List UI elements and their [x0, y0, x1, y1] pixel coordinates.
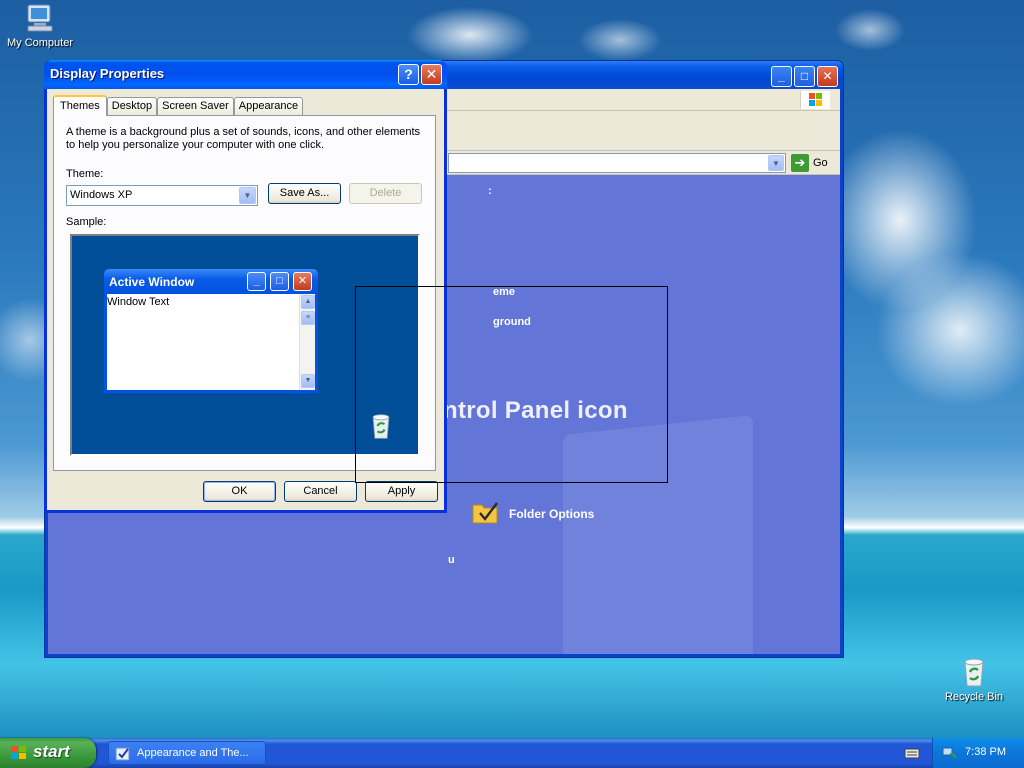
close-icon: ✕ [425, 66, 438, 82]
desktop-icon-label: My Computer [6, 37, 74, 49]
close-button[interactable]: ✕ [817, 66, 838, 87]
theme-dropdown-value: Windows XP [70, 189, 133, 201]
sample-window-title: Active Window [109, 275, 195, 289]
dialog-titlebar[interactable]: Display Properties ? ✕ [44, 60, 447, 89]
chevron-down-icon[interactable]: ▼ [239, 187, 256, 204]
selection-rectangle [355, 286, 668, 483]
minimize-icon: _ [247, 272, 266, 291]
scroll-up-icon: ▲ [301, 295, 315, 309]
close-button[interactable]: ✕ [421, 64, 442, 85]
scroll-thumb: ≡ [301, 311, 315, 325]
ok-button[interactable]: OK [203, 481, 276, 502]
help-icon: ? [404, 66, 413, 82]
theme-dropdown[interactable]: Windows XP ▼ [66, 185, 258, 206]
scroll-down-icon: ▼ [301, 374, 315, 388]
cancel-button[interactable]: Cancel [284, 481, 357, 502]
folder-options-icon [471, 499, 501, 528]
see-also-fragment: u [448, 554, 455, 566]
save-as-button[interactable]: Save As... [268, 183, 341, 204]
maximize-icon: □ [270, 272, 289, 291]
keyboard-icon[interactable] [904, 746, 920, 763]
sample-active-window: Active Window _ □ ✕ Window Text ▲ ≡ ▼ [104, 269, 318, 393]
tab-desktop[interactable]: Desktop [106, 97, 158, 116]
sample-window-titlebar: Active Window _ □ ✕ [104, 269, 318, 294]
system-tray: 7:38 PM [932, 738, 1024, 768]
recycle-bin-icon [958, 656, 990, 688]
dialog-title: Display Properties [50, 66, 165, 81]
windows-flag-icon [800, 91, 830, 109]
maximize-button[interactable]: □ [794, 66, 815, 87]
themes-description: A theme is a background plus a set of so… [66, 126, 421, 151]
help-button[interactable]: ? [398, 64, 419, 85]
windows-flag-icon [10, 745, 28, 764]
clock[interactable]: 7:38 PM [965, 746, 1006, 758]
tab-strip: Themes Desktop Screen Saver Appearance [53, 95, 304, 116]
sample-scrollbar: ▲ ≡ ▼ [299, 294, 315, 390]
folder-options-label: Folder Options [509, 506, 595, 521]
apply-button[interactable]: Apply [365, 481, 438, 502]
desktop-icon-recycle-bin[interactable]: Recycle Bin [934, 656, 1014, 703]
sample-window-body: Window Text ▲ ≡ ▼ [107, 294, 315, 390]
taskbar-item-label: Appearance and The... [137, 747, 249, 759]
control-panel-icon [115, 746, 131, 764]
network-icon[interactable] [941, 745, 957, 764]
tab-themes[interactable]: Themes [53, 95, 107, 116]
my-computer-icon [24, 2, 56, 34]
desktop: My Computer Recycle Bin _ □ ✕ ▼ ➔ Go: e… [0, 0, 1024, 738]
address-field[interactable]: ▼ [448, 153, 786, 173]
taskbar-item-appearance[interactable]: Appearance and The... [108, 741, 266, 765]
task-text-fragment: : [488, 185, 492, 197]
taskbar: start Appearance and The... 7:38 PM [0, 738, 1024, 768]
desktop-icon-my-computer[interactable]: My Computer [0, 2, 80, 49]
chevron-down-icon[interactable]: ▼ [768, 155, 784, 171]
start-button[interactable]: start [0, 738, 96, 768]
close-icon: ✕ [293, 272, 312, 291]
delete-button[interactable]: Delete [349, 183, 422, 204]
sample-window-text: Window Text [107, 296, 170, 308]
theme-label: Theme: [66, 168, 104, 180]
folder-options-item[interactable]: Folder Options [471, 499, 594, 528]
tab-screen-saver[interactable]: Screen Saver [157, 97, 234, 116]
go-label: Go [813, 157, 828, 169]
start-label: start [33, 742, 70, 761]
go-arrow-icon: ➔ [791, 154, 809, 172]
minimize-button[interactable]: _ [771, 66, 792, 87]
go-button[interactable]: ➔ Go [791, 153, 828, 173]
tab-appearance[interactable]: Appearance [233, 97, 304, 116]
sample-label: Sample: [66, 216, 107, 228]
desktop-icon-label: Recycle Bin [944, 691, 1004, 703]
